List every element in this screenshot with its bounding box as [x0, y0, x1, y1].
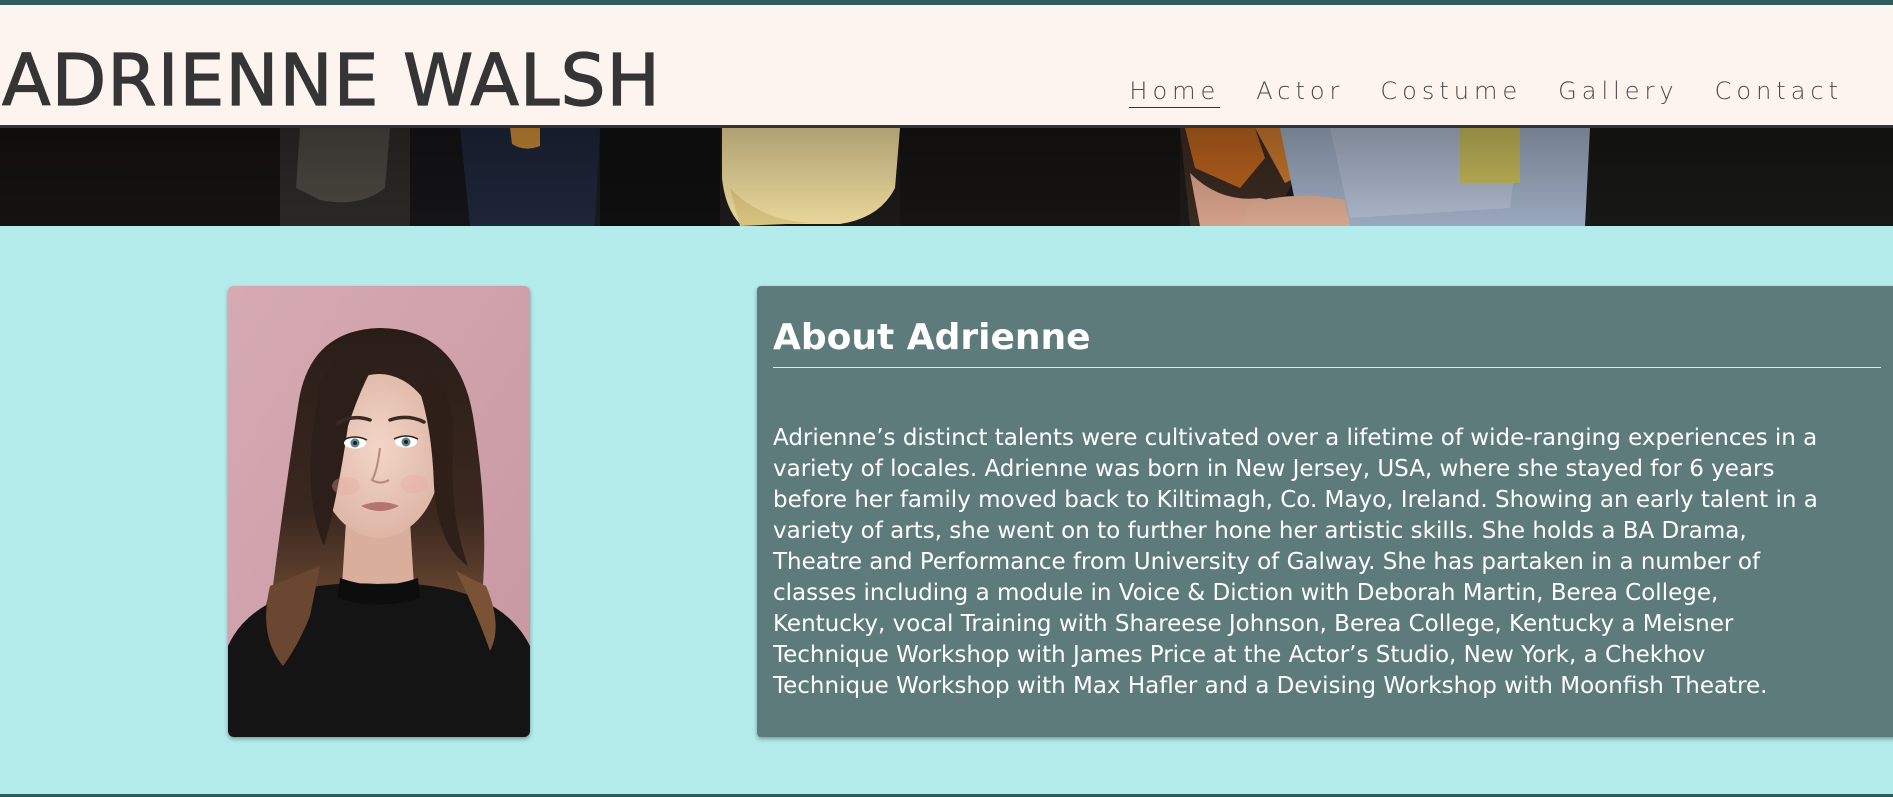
about-body-line: Technique Workshop with James Price at t…: [773, 642, 1706, 668]
nav-link-actor[interactable]: Actor: [1256, 77, 1344, 107]
site-header: ADRIENNE WALSH Home Actor Costume Galler…: [0, 5, 1893, 128]
about-body-line: variety of arts, she went on to further …: [773, 518, 1747, 544]
nav-item-gallery: Gallery: [1558, 77, 1678, 105]
about-card: About Adrienne Adrienne’s distinct talen…: [757, 286, 1893, 737]
nav-item-home: Home: [1129, 77, 1221, 108]
about-body-line: classes including a module in Voice & Di…: [773, 580, 1719, 606]
about-body-line: before her family moved back to Kiltimag…: [773, 487, 1818, 513]
portrait-photo: [228, 286, 530, 737]
about-body-line: variety of locales. Adrienne was born in…: [773, 456, 1775, 482]
about-body-line: Kentucky, vocal Training with Shareese J…: [773, 611, 1734, 637]
nav-link-contact[interactable]: Contact: [1715, 77, 1843, 107]
nav-item-actor: Actor: [1256, 77, 1344, 105]
nav-item-contact: Contact: [1715, 77, 1843, 105]
main-nav: Home Actor Costume Gallery Contact: [1129, 77, 1843, 108]
about-divider: [773, 367, 1881, 368]
about-body-line: Technique Workshop with Max Hafler and a…: [773, 673, 1768, 699]
nav-link-costume[interactable]: Costume: [1380, 77, 1522, 107]
about-heading: About Adrienne: [773, 317, 1091, 358]
nav-link-gallery[interactable]: Gallery: [1558, 77, 1678, 107]
about-body-line: Adrienne’s distinct talents were cultiva…: [773, 425, 1818, 451]
nav-item-costume: Costume: [1380, 77, 1522, 105]
site-title[interactable]: ADRIENNE WALSH: [1, 44, 661, 116]
hero-banner-image: [0, 128, 1893, 226]
about-body-line: Theatre and Performance from University …: [773, 549, 1761, 575]
about-body-text: Adrienne’s distinct talents were cultiva…: [773, 423, 1893, 702]
nav-link-home[interactable]: Home: [1129, 77, 1221, 108]
